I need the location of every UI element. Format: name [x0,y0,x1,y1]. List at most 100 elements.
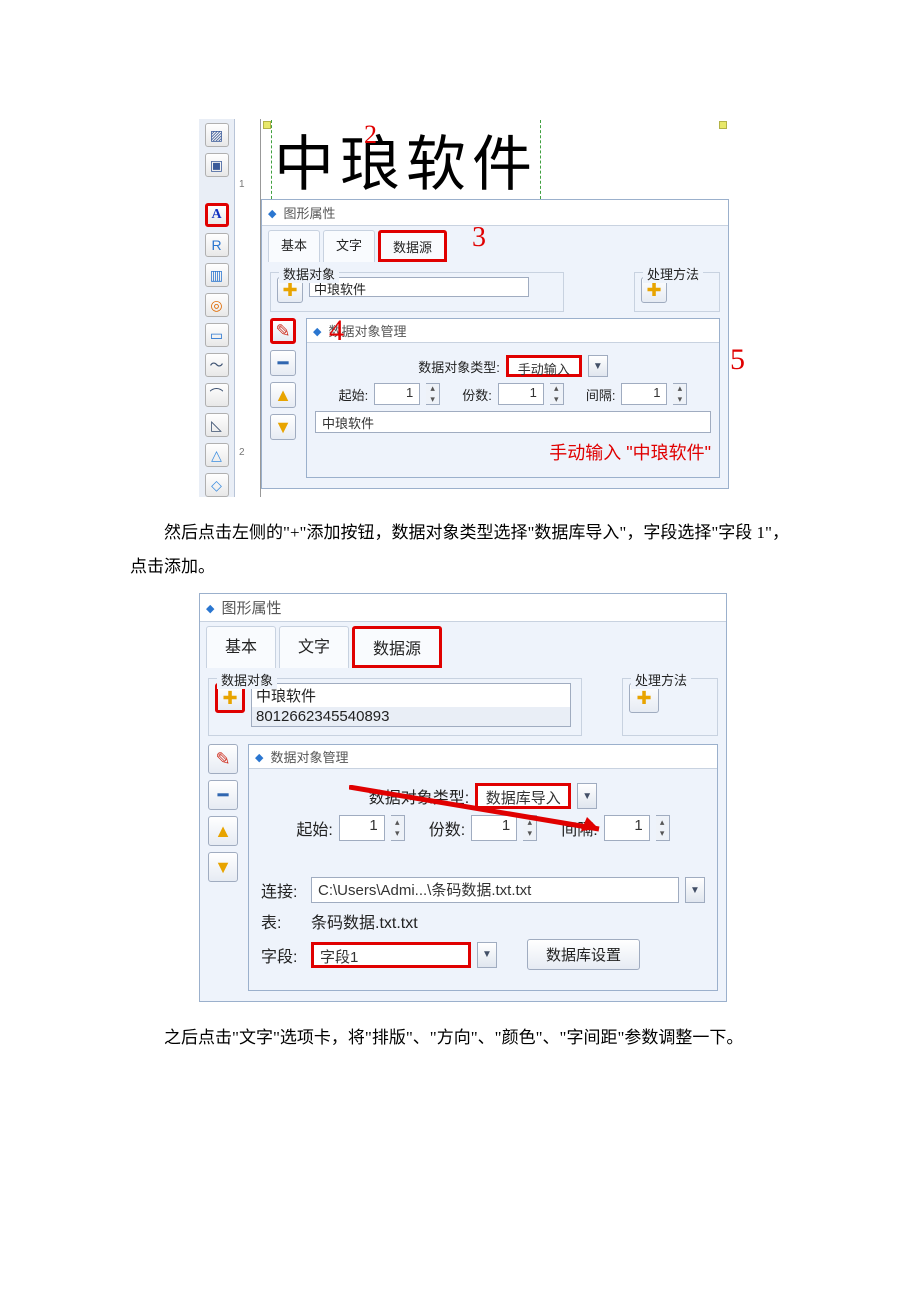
tab-basic[interactable]: 基本 [268,230,320,262]
properties-tabs: 基本 文字 数据源 [268,230,722,262]
tool-text-icon[interactable]: A [205,203,229,227]
canvas-text-value: 中琅软件 [274,132,538,198]
data-object-item-0: 中琅软件 [314,282,366,297]
object-type-dropdown-icon-2[interactable]: ▼ [577,783,597,809]
remove-button[interactable]: ━ [270,350,296,376]
interval-input[interactable]: 1 [621,383,667,405]
panel-titlebar: 图形属性 [262,200,728,226]
annotation-5: 5 [730,343,745,377]
object-type-dropdown-icon[interactable]: ▼ [588,355,608,377]
canvas-text-object[interactable]: 中琅软件 2 [271,119,541,199]
annotation-red-note: 手动输入 "中琅软件" [549,439,711,465]
label-start-2: 起始: [296,816,332,840]
tool-curve-icon[interactable]: 〜 [205,353,229,377]
design-canvas[interactable]: 1 中琅软件 2 [261,119,729,199]
tab-text-2[interactable]: 文字 [279,626,349,668]
tool-richtext-icon[interactable]: R [205,233,229,257]
tool-circle-a-icon[interactable]: ◎ [205,293,229,317]
panel-icon [268,205,279,220]
data-object-list[interactable]: 中琅软件 [309,277,529,297]
data-object-item-1-2: 8012662345540893 [252,707,570,726]
group-method-label-2: 处理方法 [631,670,691,689]
tab-datasource[interactable]: 数据源 [378,230,447,262]
connection-select[interactable]: C:\Users\Admi...\条码数据.txt.txt [311,877,679,903]
interval-spinner-2[interactable]: ▴▾ [656,815,670,841]
sub-panel-icon-2 [255,749,266,764]
annotation-2: 2 [364,120,383,150]
tab-basic-2[interactable]: 基本 [206,626,276,668]
start-input[interactable]: 1 [374,383,420,405]
edit-data-object-button-2[interactable]: ✎ [208,744,238,774]
interval-input-2[interactable]: 1 [604,815,650,841]
group-data-object-label-2: 数据对象 [217,670,277,689]
label-object-type: 数据对象类型: [418,357,500,376]
count-spinner[interactable]: ▴▾ [550,383,564,405]
field-dropdown-icon[interactable]: ▼ [477,942,497,968]
tool-palette: ▨ ▣ [199,119,235,199]
label-interval: 间隔: [586,385,616,404]
start-input-2[interactable]: 1 [339,815,385,841]
tab-text[interactable]: 文字 [323,230,375,262]
group-method-2: 处理方法 ✚ [622,678,718,736]
properties-panel: 图形属性 基本 文字 数据源 3 数据对象 ✚ [261,199,729,489]
side-buttons: ✎ ━ ▲ ▼ [270,318,296,478]
object-type-select-2[interactable]: 数据库导入 [475,783,571,809]
data-object-manage-panel: 4 数据对象管理 数据对象类型: 手动输入 ▼ 5 [306,318,720,478]
tool-triangle-icon[interactable]: △ [205,443,229,467]
sub-panel-icon [313,323,324,338]
screenshot-2: 图形属性 基本 文字 数据源 数据对象 ✚ 中琅软件 8012662345540… [198,592,728,1003]
annotation-3: 3 [472,222,486,254]
connection-dropdown-icon[interactable]: ▼ [685,877,705,903]
count-spinner-2[interactable]: ▴▾ [523,815,537,841]
count-input-2[interactable]: 1 [471,815,517,841]
label-object-type-2: 数据对象类型: [369,784,469,808]
group-data-object-2: 数据对象 ✚ 中琅软件 8012662345540893 [208,678,582,736]
tool-palette-lower: A R ▥ ◎ ▭ 〜 ⌒ ◺ △ ◇ [199,199,235,497]
data-object-manage-panel-2: 数据对象管理 数据对象类型: 数据库导入 ▼ 起始: 1 ▴▾ [248,744,718,991]
panel-title-text-2: 图形属性 [221,597,281,618]
table-value: 条码数据.txt.txt [311,909,418,933]
interval-spinner[interactable]: ▴▾ [673,383,687,405]
count-input[interactable]: 1 [498,383,544,405]
tool-image-icon[interactable]: ▣ [205,153,229,177]
tool-rect-icon[interactable]: ▭ [205,323,229,347]
label-connection: 连接: [261,878,305,902]
label-field: 字段: [261,943,305,967]
move-down-button-2[interactable]: ▼ [208,852,238,882]
edit-data-object-button[interactable]: ✎ [270,318,296,344]
annotation-1: 1 [261,163,263,199]
remove-button-2[interactable]: ━ [208,780,238,810]
tool-polyline-icon[interactable]: ◺ [205,413,229,437]
db-settings-button[interactable]: 数据库设置 [527,939,640,970]
vertical-ruler: 1 [235,119,261,199]
side-buttons-2: ✎ ━ ▲ ▼ [208,744,238,991]
tool-barcode-icon[interactable]: ▥ [205,263,229,287]
properties-panel-2: 图形属性 基本 文字 数据源 数据对象 ✚ 中琅软件 8012662345540… [199,593,727,1002]
group-method-label: 处理方法 [643,264,703,283]
screenshot-1: ▨ ▣ 1 1 中琅软件 2 A R ▥ ◎ ▭ 〜 ⌒ ◺ △ ◇ 2 [198,118,730,498]
data-object-list-2[interactable]: 中琅软件 8012662345540893 [251,683,571,727]
move-up-button-2[interactable]: ▲ [208,816,238,846]
data-object-item-0-2: 中琅软件 [252,684,570,707]
label-count: 份数: [462,385,492,404]
tool-select-icon[interactable]: ▨ [205,123,229,147]
label-count-2: 份数: [429,816,465,840]
move-down-button[interactable]: ▼ [270,414,296,440]
paragraph-2: 之后点击"文字"选项卡，将"排版"、"方向"、"颜色"、"字间距"参数调整一下。 [130,1021,790,1055]
start-spinner-2[interactable]: ▴▾ [391,815,405,841]
start-spinner[interactable]: ▴▾ [426,383,440,405]
tool-arc-icon[interactable]: ⌒ [205,383,229,407]
panel-title-text: 图形属性 [283,203,335,222]
sub-panel-title-text-2: 数据对象管理 [270,747,348,766]
sub-panel-title-2: 数据对象管理 [249,745,717,769]
label-interval-2: 间隔: [561,816,597,840]
field-select[interactable]: 字段1 [311,942,471,968]
tab-datasource-2[interactable]: 数据源 [352,626,442,668]
object-type-select[interactable]: 手动输入 [506,355,582,377]
tool-diamond-icon[interactable]: ◇ [205,473,229,497]
sub-panel-title: 数据对象管理 [307,319,719,343]
label-start: 起始: [339,385,369,404]
annotation-4: 4 [329,314,344,348]
move-up-button[interactable]: ▲ [270,382,296,408]
preview-input[interactable]: 中琅软件 [315,411,711,433]
